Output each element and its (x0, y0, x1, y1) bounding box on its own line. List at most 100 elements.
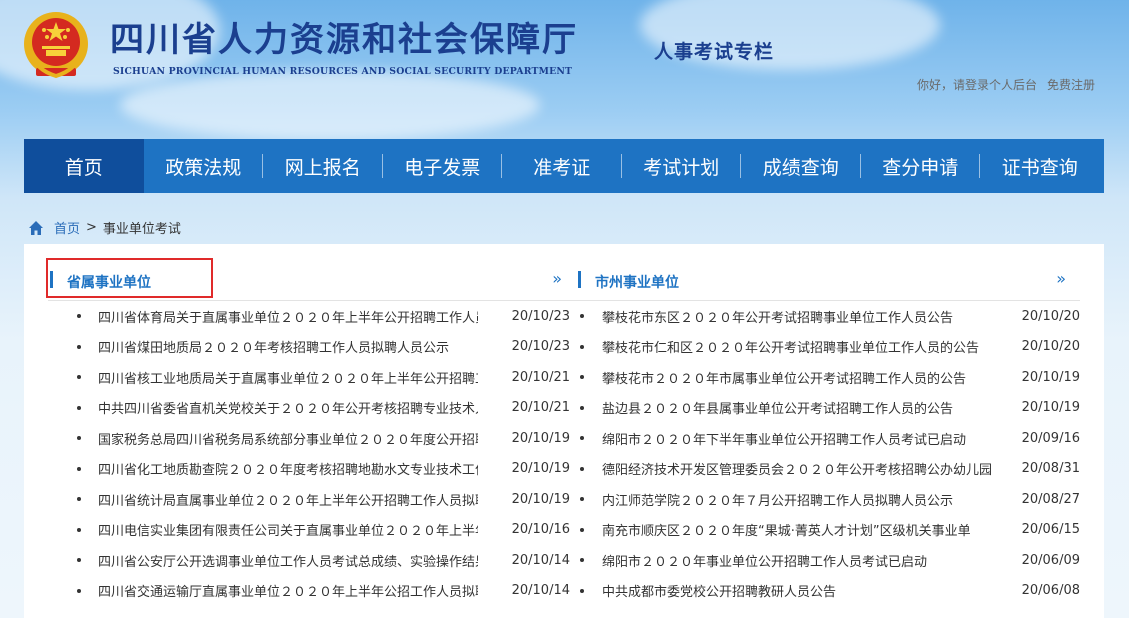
section-bar (578, 271, 581, 288)
article-link[interactable]: 国家税务总局四川省税务局系统部分事业单位２０２０年度公开招聘 (98, 429, 478, 448)
login-link[interactable]: 你好，请登录个人后台 (917, 78, 1037, 92)
nav-item-policy[interactable]: 政策法规 (144, 139, 264, 193)
bullet-icon (77, 527, 81, 532)
article-date: 20/06/08 (1021, 583, 1080, 599)
national-emblem-icon (24, 12, 88, 79)
bullet-icon (77, 436, 81, 440)
article-date: 20/10/20 (1021, 339, 1080, 355)
article-link[interactable]: 四川省化工地质勘查院２０２０年度考核招聘地勘水文专业技术工作 (98, 459, 478, 478)
article-link[interactable]: 德阳经济技术开发区管理委员会２０２０年公开考核招聘公办幼儿园 (602, 459, 992, 478)
bullet-icon (580, 375, 584, 379)
list-item: 中共成都市委党校公开招聘教研人员公告 20/06/08 (576, 576, 1080, 607)
article-link[interactable]: 南充市顺庆区２０２０年度“果城·菁英人才计划”区级机关事业单 (602, 520, 992, 539)
bullet-icon (580, 527, 584, 532)
article-date: 20/08/31 (1021, 461, 1080, 477)
list-item: 绵阳市２０２０年事业单位公开招聘工作人员考试已启动 20/06/09 (576, 545, 1080, 576)
article-date: 20/10/23 (511, 308, 570, 324)
list-item: 四川省化工地质勘查院２０２０年度考核招聘地勘水文专业技术工作 20/10/19 (48, 454, 576, 485)
breadcrumb: 首页 > 事业单位考试 (28, 218, 181, 237)
bullet-icon (580, 344, 584, 349)
list-item: 四川省体育局关于直属事业单位２０２０年上半年公开招聘工作人员 20/10/23 (48, 301, 576, 332)
nav-item-score-query[interactable]: 成绩查询 (741, 139, 861, 193)
bullet-icon (77, 497, 81, 501)
article-link[interactable]: 攀枝花市２０２０年市属事业单位公开考试招聘工作人员的公告 (602, 368, 992, 387)
municipal-units-list: 攀枝花市东区２０２０年公开考试招聘事业单位工作人员公告 20/10/20 攀枝花市仁… (576, 301, 1080, 606)
main-nav: 首页 政策法规 网上报名 电子发票 准考证 考试计划 成绩查询 查分申请 证书查… (24, 139, 1104, 193)
home-icon (29, 220, 43, 235)
provincial-units-column: 省属事业单位 » 四川省体育局关于直属事业单位２０２０年上半年公开招聘工作人员 2… (46, 244, 576, 618)
article-date: 20/10/19 (1021, 400, 1080, 416)
municipal-units-title[interactable]: 市州事业单位 (595, 272, 679, 292)
more-chevron-icon[interactable]: » (1056, 269, 1066, 288)
article-date: 20/09/16 (1021, 430, 1080, 446)
bullet-icon (77, 466, 81, 471)
site-title: 四川省人力资源和社会保障厅 (110, 20, 578, 60)
site-header: 四川省人力资源和社会保障厅 SICHUAN PROVINCIAL HUMAN R… (0, 0, 1129, 135)
nav-item-exam-plan[interactable]: 考试计划 (622, 139, 742, 193)
list-item: 四川省交通运输厅直属事业单位２０２０年上半年公招工作人员拟聘 20/10/14 (48, 576, 576, 607)
list-item: 四川省煤田地质局２０２０年考核招聘工作人员拟聘人员公示 20/10/23 (48, 332, 576, 363)
breadcrumb-current: 事业单位考试 (102, 222, 181, 237)
more-chevron-icon[interactable]: » (552, 269, 562, 288)
article-date: 20/10/19 (511, 491, 570, 507)
list-item: 四川省统计局直属事业单位２０２０年上半年公开招聘工作人员拟聘 20/10/19 (48, 484, 576, 515)
nav-item-score-review[interactable]: 查分申请 (861, 139, 981, 193)
list-item: 中共四川省委省直机关党校关于２０２０年公开考核招聘专业技术人 20/10/21 (48, 393, 576, 424)
bullet-icon (77, 405, 81, 410)
list-item: 盐边县２０２０年县属事业单位公开考试招聘工作人员的公告 20/10/19 (576, 393, 1080, 424)
article-date: 20/10/14 (511, 552, 570, 568)
article-link[interactable]: 四川省交通运输厅直属事业单位２０２０年上半年公招工作人员拟聘 (98, 581, 478, 600)
list-item: 攀枝花市仁和区２０２０年公开考试招聘事业单位工作人员的公告 20/10/20 (576, 332, 1080, 363)
article-date: 20/10/16 (511, 522, 570, 538)
article-link[interactable]: 四川电信实业集团有限责任公司关于直属事业单位２０２０年上半年 (98, 520, 478, 539)
article-link[interactable]: 绵阳市２０２０年下半年事业单位公开招聘工作人员考试已启动 (602, 429, 992, 448)
provincial-units-title[interactable]: 省属事业单位 (67, 272, 151, 292)
nav-item-online-registration[interactable]: 网上报名 (263, 139, 383, 193)
section-bar (50, 271, 53, 288)
bullet-icon (77, 344, 81, 349)
article-date: 20/10/21 (511, 369, 570, 385)
article-date: 20/10/19 (1021, 369, 1080, 385)
article-link[interactable]: 四川省统计局直属事业单位２０２０年上半年公开招聘工作人员拟聘 (98, 490, 478, 509)
article-link[interactable]: 四川省核工业地质局关于直属事业单位２０２０年上半年公开招聘工 (98, 368, 478, 387)
article-link[interactable]: 四川省煤田地质局２０２０年考核招聘工作人员拟聘人员公示 (98, 337, 478, 356)
bullet-icon (77, 558, 81, 562)
bullet-icon (580, 314, 584, 318)
article-link[interactable]: 四川省公安厅公开选调事业单位工作人员考试总成绩、实验操作结果 (98, 551, 478, 570)
nav-item-home[interactable]: 首页 (24, 139, 144, 193)
bullet-icon (580, 405, 584, 410)
bullet-icon (77, 375, 81, 379)
bullet-icon (580, 588, 584, 593)
provincial-units-header: 省属事业单位 » (46, 258, 576, 301)
list-item: 攀枝花市东区２０２０年公开考试招聘事业单位工作人员公告 20/10/20 (576, 301, 1080, 332)
list-item: 四川省核工业地质局关于直属事业单位２０２０年上半年公开招聘工 20/10/21 (48, 362, 576, 393)
article-link[interactable]: 攀枝花市仁和区２０２０年公开考试招聘事业单位工作人员的公告 (602, 337, 992, 356)
article-link[interactable]: 绵阳市２０２０年事业单位公开招聘工作人员考试已启动 (602, 551, 992, 570)
nav-item-admission-ticket[interactable]: 准考证 (502, 139, 622, 193)
bullet-icon (580, 558, 584, 562)
article-date: 20/08/27 (1021, 491, 1080, 507)
register-link[interactable]: 免费注册 (1047, 78, 1095, 92)
content-panel: 省属事业单位 » 四川省体育局关于直属事业单位２０２０年上半年公开招聘工作人员 2… (24, 244, 1104, 618)
nav-item-e-invoice[interactable]: 电子发票 (383, 139, 503, 193)
article-link[interactable]: 中共四川省委省直机关党校关于２０２０年公开考核招聘专业技术人 (98, 398, 478, 417)
article-date: 20/06/09 (1021, 552, 1080, 568)
article-link[interactable]: 盐边县２０２０年县属事业单位公开考试招聘工作人员的公告 (602, 398, 992, 417)
article-link[interactable]: 中共成都市委党校公开招聘教研人员公告 (602, 581, 992, 600)
article-date: 20/10/19 (511, 430, 570, 446)
breadcrumb-home-link[interactable]: 首页 (54, 218, 80, 237)
site-subtitle: SICHUAN PROVINCIAL HUMAN RESOURCES AND S… (113, 66, 573, 77)
list-item: 四川电信实业集团有限责任公司关于直属事业单位２０２０年上半年 20/10/16 (48, 515, 576, 546)
bullet-icon (580, 436, 584, 440)
provincial-units-list: 四川省体育局关于直属事业单位２０２０年上半年公开招聘工作人员 20/10/23 四川… (48, 301, 576, 606)
article-date: 20/10/20 (1021, 308, 1080, 324)
list-item: 绵阳市２０２０年下半年事业单位公开招聘工作人员考试已启动 20/09/16 (576, 423, 1080, 454)
article-link[interactable]: 攀枝花市东区２０２０年公开考试招聘事业单位工作人员公告 (602, 307, 992, 326)
article-link[interactable]: 内江师范学院２０２０年７月公开招聘工作人员拟聘人员公示 (602, 490, 992, 509)
login-bar: 你好，请登录个人后台 免费注册 (917, 76, 1095, 93)
municipal-units-column: 市州事业单位 » 攀枝花市东区２０２０年公开考试招聘事业单位工作人员公告 20/1… (576, 244, 1080, 618)
article-link[interactable]: 四川省体育局关于直属事业单位２０２０年上半年公开招聘工作人员 (98, 307, 478, 326)
list-item: 四川省公安厅公开选调事业单位工作人员考试总成绩、实验操作结果 20/10/14 (48, 545, 576, 576)
list-item: 国家税务总局四川省税务局系统部分事业单位２０２０年度公开招聘 20/10/19 (48, 423, 576, 454)
nav-item-certificate-query[interactable]: 证书查询 (980, 139, 1100, 193)
